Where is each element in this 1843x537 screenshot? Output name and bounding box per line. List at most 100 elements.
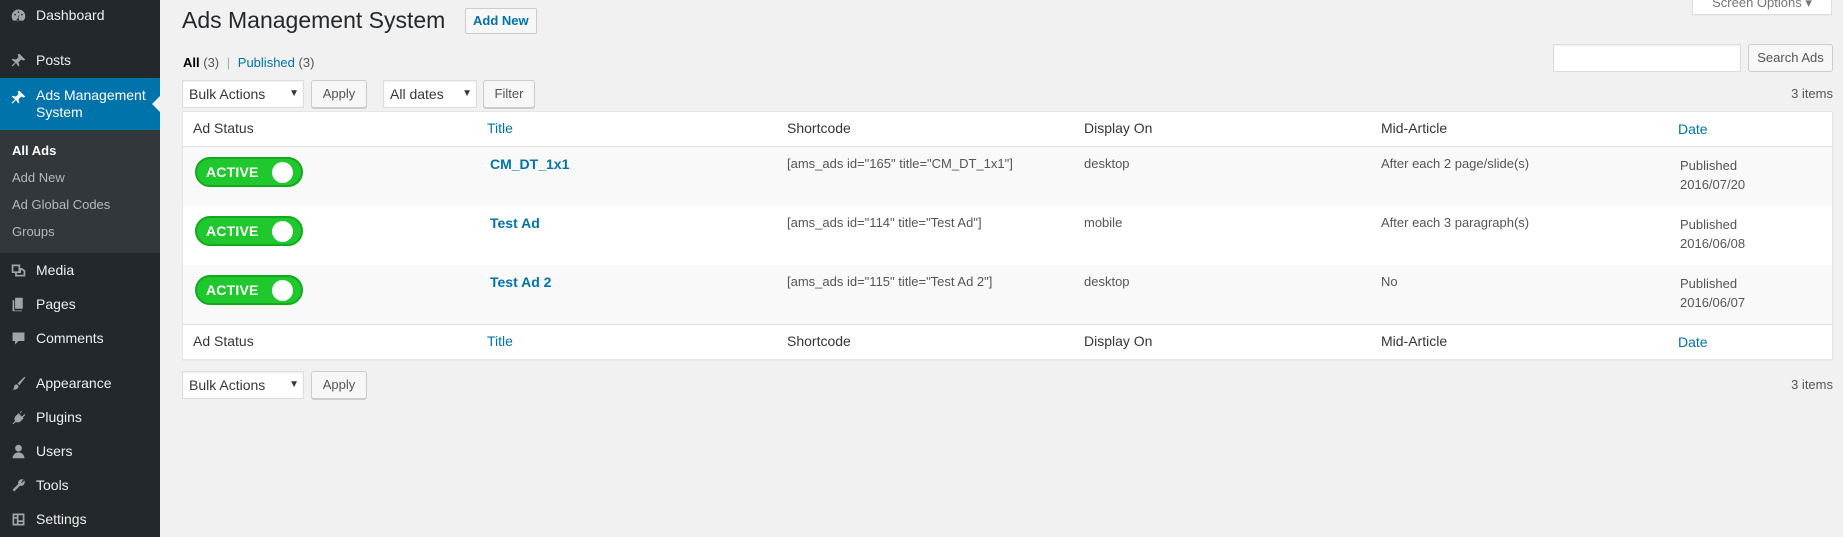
column-footer-display-on: Display On (1084, 333, 1153, 349)
chevron-down-icon: ▼ (462, 88, 472, 99)
status-toggle-label: ACTIVE (206, 282, 259, 298)
view-filters: All (3) | Published (3) (183, 55, 314, 70)
view-separator: | (226, 55, 231, 70)
sidebar-item-comments[interactable]: Comments (0, 321, 160, 355)
dates-value: All dates (390, 86, 444, 102)
toggle-knob (272, 221, 293, 242)
sidebar-item-label: Pages (36, 296, 76, 312)
search-input[interactable] (1553, 44, 1741, 72)
sidebar-item-label: Posts (36, 52, 72, 68)
submenu-item-all-ads[interactable]: All Ads (0, 137, 160, 164)
column-header-mid-article: Mid-Article (1381, 120, 1448, 136)
table-footer-row: Ad Status Title Shortcode Display On Mid… (183, 324, 1832, 359)
sidebar-item-label: Plugins (36, 409, 82, 425)
mid-article-cell: After each 2 page/slide(s) (1381, 156, 1530, 171)
column-header-display-on: Display On (1084, 120, 1153, 136)
status-toggle[interactable]: ACTIVE (195, 157, 303, 187)
column-footer-shortcode: Shortcode (787, 333, 851, 349)
display-on-cell: mobile (1084, 215, 1123, 230)
submenu-item-ad-global-codes[interactable]: Ad Global Codes (0, 191, 160, 218)
table-row: ACTIVE Test Ad 2 [ams_ads id="115" title… (183, 265, 1832, 324)
dashboard-icon (8, 5, 28, 25)
ad-title-link[interactable]: Test Ad 2 (490, 274, 551, 290)
dates-select[interactable]: All dates ▼ (383, 80, 477, 108)
status-toggle[interactable]: ACTIVE (195, 216, 303, 246)
pin-icon (8, 50, 28, 70)
admin-sidebar: Dashboard Posts Ads Management System Al… (0, 0, 160, 537)
items-count: 3 items (1791, 86, 1833, 101)
shortcode-cell: [ams_ads id="115" title="Test Ad 2"] (787, 274, 993, 289)
display-on-cell: desktop (1084, 274, 1130, 289)
ads-table: Ad Status Title Shortcode Display On Mid… (182, 111, 1833, 360)
sidebar-item-label: Appearance (36, 375, 112, 391)
submenu-item-groups[interactable]: Groups (0, 218, 160, 245)
column-header-title[interactable]: Title (487, 120, 513, 136)
mid-article-cell: After each 3 paragraph(s) (1381, 215, 1530, 230)
mid-article-cell: No (1381, 274, 1398, 289)
bulk-actions-select-bottom[interactable]: Bulk Actions ▼ (182, 371, 304, 399)
ad-title-link[interactable]: CM_DT_1x1 (490, 156, 569, 172)
screen-options-button[interactable]: Screen Options ▾ (1692, 0, 1832, 15)
column-header-shortcode: Shortcode (787, 120, 851, 136)
display-on-cell: desktop (1084, 156, 1130, 171)
sidebar-item-label: Media (36, 262, 75, 278)
column-footer-title[interactable]: Title (487, 333, 513, 349)
sidebar-item-posts[interactable]: Posts (0, 43, 160, 77)
column-footer-date[interactable]: Date (1678, 333, 1708, 352)
sidebar-item-media[interactable]: Media (0, 253, 160, 287)
date-cell: Published 2016/06/08 (1680, 217, 1746, 251)
table-row: ACTIVE CM_DT_1x1 [ams_ads id="165" title… (183, 147, 1832, 206)
ad-title-link[interactable]: Test Ad (490, 215, 540, 231)
sidebar-item-dashboard[interactable]: Dashboard (0, 0, 160, 32)
toggle-knob (272, 280, 293, 301)
media-icon (8, 260, 28, 280)
sidebar-item-tools[interactable]: Tools (0, 468, 160, 502)
sidebar-item-label: Settings (36, 511, 87, 527)
column-header-ad-status: Ad Status (193, 120, 254, 136)
column-header-date[interactable]: Date (1678, 120, 1708, 139)
sidebar-item-settings[interactable]: Settings (0, 502, 160, 536)
submenu-item-add-new[interactable]: Add New (0, 164, 160, 191)
toggle-knob (272, 162, 293, 183)
chevron-down-icon: ▼ (289, 379, 299, 390)
status-toggle-label: ACTIVE (206, 223, 259, 239)
add-new-button[interactable]: Add New (465, 8, 537, 34)
view-published-link[interactable]: Published (3) (238, 55, 315, 70)
column-footer-ad-status: Ad Status (193, 333, 254, 349)
page-title: Ads Management System (182, 7, 446, 33)
comment-icon (8, 328, 28, 348)
date-cell: Published 2016/06/07 (1680, 276, 1746, 310)
settings-icon (8, 509, 28, 529)
shortcode-cell: [ams_ads id="165" title="CM_DT_1x1"] (787, 156, 1013, 171)
apply-button[interactable]: Apply (311, 80, 367, 108)
plugin-icon (8, 407, 28, 427)
date-cell: Published 2016/07/20 (1680, 158, 1746, 192)
pages-icon (8, 294, 28, 314)
sidebar-item-label: Dashboard (36, 7, 105, 23)
filter-button[interactable]: Filter (483, 80, 535, 108)
sidebar-item-appearance[interactable]: Appearance (0, 366, 160, 400)
pin-icon (8, 87, 28, 107)
sidebar-item-label: Users (36, 443, 73, 459)
chevron-down-icon: ▼ (289, 88, 299, 99)
apply-button-bottom[interactable]: Apply (311, 371, 367, 399)
column-footer-mid-article: Mid-Article (1381, 333, 1448, 349)
sidebar-item-users[interactable]: Users (0, 434, 160, 468)
sidebar-item-label: Tools (36, 477, 69, 493)
sidebar-item-label: Comments (36, 330, 104, 346)
status-toggle[interactable]: ACTIVE (195, 275, 303, 305)
table-row: ACTIVE Test Ad [ams_ads id="114" title="… (183, 206, 1832, 265)
bulk-actions-select[interactable]: Bulk Actions ▼ (182, 80, 304, 108)
user-icon (8, 441, 28, 461)
bulk-actions-value: Bulk Actions (189, 86, 266, 102)
sidebar-item-ads-management-system[interactable]: Ads Management System (0, 78, 160, 130)
status-toggle-label: ACTIVE (206, 164, 259, 180)
sidebar-item-plugins[interactable]: Plugins (0, 400, 160, 434)
wrench-icon (8, 475, 28, 495)
search-ads-button[interactable]: Search Ads (1748, 44, 1833, 72)
sidebar-submenu: All Ads Add New Ad Global Codes Groups (0, 130, 160, 253)
bulk-actions-value: Bulk Actions (189, 377, 266, 393)
view-all-link[interactable]: All (3) (183, 55, 219, 70)
sidebar-item-pages[interactable]: Pages (0, 287, 160, 321)
paintbrush-icon (8, 373, 28, 393)
